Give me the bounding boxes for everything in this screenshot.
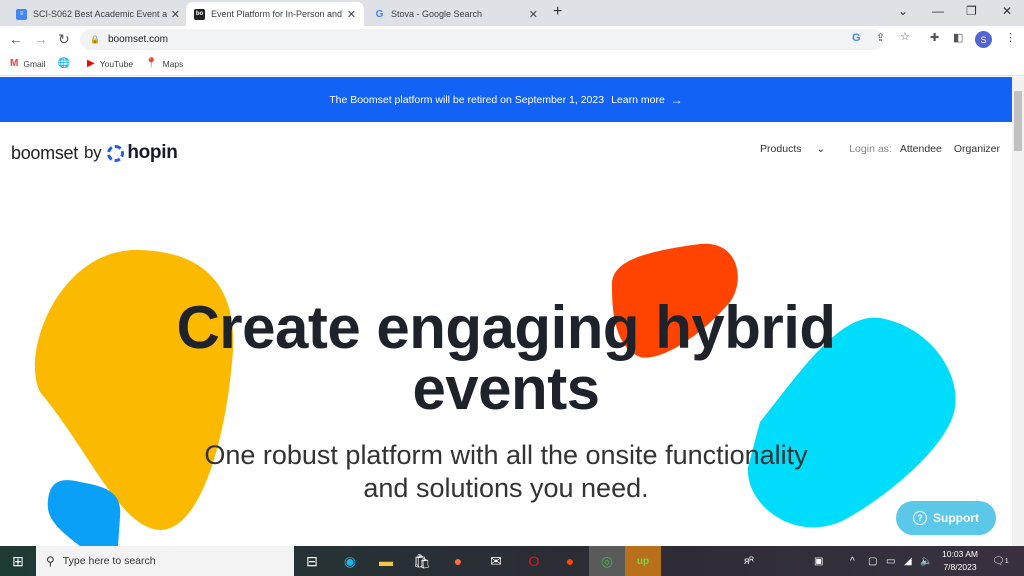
close-icon[interactable]: ✕ [529, 8, 538, 21]
help-icon: ? [913, 511, 927, 525]
organizer-link[interactable]: Organizer [954, 143, 1000, 155]
support-label: Support [933, 511, 979, 525]
firefox-icon[interactable]: ● [440, 546, 476, 576]
battery-icon[interactable]: ▭ [886, 546, 895, 576]
store-icon[interactable]: 🛍 [404, 546, 440, 576]
products-menu[interactable]: Products ⌄ [760, 143, 837, 155]
forward-button[interactable]: → [34, 31, 48, 47]
scrollbar-thumb[interactable] [1014, 91, 1022, 151]
close-window-button[interactable]: ✕ [1002, 4, 1012, 18]
task-view-icon[interactable]: ⊟ [294, 546, 330, 576]
maps-icon: 📍 [145, 58, 158, 69]
tab-boomset[interactable]: bo Event Platform for In-Person and ✕ [186, 2, 364, 26]
wifi-icon[interactable]: ◢ [904, 546, 912, 576]
chevron-up-icon[interactable]: ^ [850, 546, 855, 576]
site-nav: Products ⌄ Login as: Attendee Organizer [760, 143, 1012, 155]
attendee-link[interactable]: Attendee [900, 143, 942, 155]
search-placeholder: Type here to search [62, 555, 156, 567]
products-label: Products [760, 143, 802, 155]
logo-hopin: hopin [127, 142, 178, 163]
hero-heading: Create engaging hybrid events [0, 297, 1012, 419]
learn-more-link[interactable]: Learn more [611, 94, 665, 106]
hero-line-1: Create engaging hybrid [176, 294, 836, 361]
sub-line-1: One robust platform with all the onsite … [204, 440, 808, 470]
back-button[interactable]: ← [9, 31, 23, 47]
page-content: boomset by hopin Products ⌄ Login as: At… [0, 122, 1012, 546]
youtube-icon: ▶ [87, 58, 95, 69]
bookmark-label: Maps [162, 58, 184, 69]
hopin-logo-icon [107, 144, 125, 162]
bookmark-label: Gmail [23, 58, 46, 69]
menu-icon[interactable]: ⋮ [1005, 31, 1016, 44]
side-panel-icon[interactable]: ◧ [953, 31, 963, 44]
tab-docs[interactable]: ≡ SCI-S062 Best Academic Event a ✕ [8, 2, 188, 26]
login-as-label: Login as: [849, 143, 892, 155]
opera-icon[interactable]: O [516, 546, 552, 576]
tab-title: Event Platform for In-Person and [211, 9, 343, 19]
globe-icon: 🌐 [57, 58, 70, 69]
logo-boomset: boomset [11, 142, 78, 163]
taskbar-search[interactable]: ⚲ Type here to search [36, 546, 294, 576]
search-icon: ⚲ [46, 554, 55, 568]
minimize-button[interactable]: — [932, 4, 944, 18]
clock-time: 10:03 AM [942, 549, 978, 559]
site-logo[interactable]: boomset by hopin [11, 142, 178, 164]
share-icon[interactable]: ⇪ [876, 31, 885, 44]
hero-line-2: events [412, 355, 600, 422]
tab-title: SCI-S062 Best Academic Event a [33, 9, 167, 19]
docs-icon: ≡ [16, 8, 27, 20]
bookmarks-bar: M Gmail 🌐 ▶ YouTube 📍 Maps [0, 52, 1024, 76]
tab-google[interactable]: G Stova - Google Search ✕ [366, 2, 546, 26]
address-bar[interactable]: 🔒 boomset.com [80, 29, 884, 50]
google-icon: G [375, 8, 384, 20]
tab-bar: ≡ SCI-S062 Best Academic Event a ✕ bo Ev… [0, 0, 1024, 26]
close-icon[interactable]: ✕ [171, 8, 180, 21]
notification-count: 1 [1004, 557, 1009, 565]
volume-icon[interactable]: 🔈 [920, 546, 932, 576]
restore-button[interactable]: ❐ [966, 4, 977, 18]
edge-icon[interactable]: ◉ [332, 546, 368, 576]
logo-by: by [83, 143, 102, 162]
lock-icon: 🔒 [90, 35, 100, 44]
extensions-icon[interactable]: ✚ [930, 31, 939, 44]
people-icon[interactable]: ᴙᴿ [744, 546, 754, 576]
news-widget-icon[interactable]: ▣ [814, 546, 823, 576]
google-lens-icon[interactable]: G [852, 32, 861, 44]
bookmark-globe[interactable]: 🌐 [58, 58, 75, 69]
arrow-right-icon: → [670, 92, 683, 107]
chrome-icon[interactable]: ◎ [589, 546, 625, 576]
tab-search-icon[interactable]: ⌄ [898, 4, 908, 18]
close-icon[interactable]: ✕ [347, 8, 356, 21]
boomset-icon: bo [194, 8, 205, 20]
bookmark-youtube[interactable]: ▶ YouTube [87, 58, 133, 69]
mail-icon[interactable]: ✉ [478, 546, 514, 576]
new-tab-button[interactable]: + [553, 3, 562, 21]
notifications-icon[interactable]: 🗨 1 [992, 546, 1009, 576]
reddit-icon[interactable]: ● [552, 546, 588, 576]
profile-avatar[interactable]: S [975, 31, 992, 48]
bookmark-star-icon[interactable]: ☆ [900, 30, 910, 43]
windows-start-button[interactable]: ⊞ [0, 546, 36, 576]
tab-title: Stova - Google Search [391, 9, 483, 19]
bookmark-maps[interactable]: 📍 Maps [145, 58, 183, 69]
banner-text: The Boomset platform will be retired on … [329, 93, 605, 106]
sub-line-2: and solutions you need. [363, 473, 649, 503]
meet-icon[interactable]: ▢ [868, 546, 877, 576]
support-button[interactable]: ? Support [896, 501, 996, 535]
url-text: boomset.com [107, 34, 168, 45]
hero-subheading: One robust platform with all the onsite … [0, 439, 1012, 505]
browser-toolbar: ← → ↻ 🔒 boomset.com G ⇪ ☆ ✚ ◧ S ⋮ [0, 26, 1024, 52]
file-explorer-icon[interactable]: ▬ [368, 546, 404, 576]
chevron-down-icon: ⌄ [816, 143, 826, 155]
bookmark-gmail[interactable]: M Gmail [10, 58, 46, 69]
retirement-banner: The Boomset platform will be retired on … [0, 77, 1012, 122]
page-scrollbar[interactable] [1012, 77, 1024, 546]
reload-button[interactable]: ↻ [58, 31, 70, 48]
upwork-icon[interactable]: up [625, 546, 661, 576]
clock-date: 7/8/2023 [943, 562, 977, 572]
gmail-icon: M [10, 58, 19, 69]
system-clock[interactable]: 10:03 AM 7/8/2023 [934, 548, 986, 574]
bookmark-label: YouTube [99, 58, 134, 69]
